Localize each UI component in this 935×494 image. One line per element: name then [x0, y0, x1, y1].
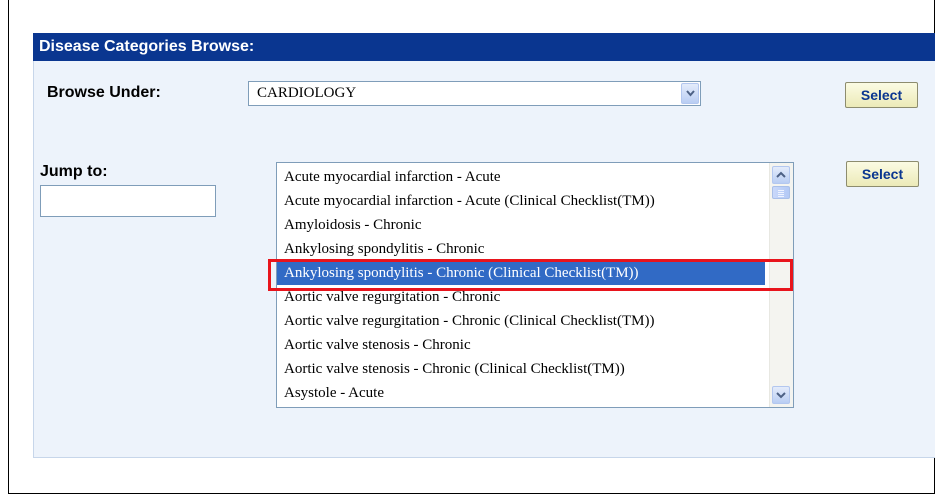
browse-under-selected-value: CARDIOLOGY	[257, 85, 357, 101]
list-item[interactable]: Aortic valve stenosis - Chronic	[277, 333, 765, 357]
browse-under-label: Browse Under:	[47, 84, 161, 101]
chevron-down-icon	[776, 392, 786, 399]
list-item[interactable]: Ankylosing spondylitis - Chronic	[277, 237, 765, 261]
jump-to-input[interactable]	[40, 185, 216, 217]
browse-under-select[interactable]: CARDIOLOGY	[248, 81, 701, 106]
jump-select-button[interactable]: Select	[846, 161, 919, 187]
disease-listbox[interactable]: Acute myocardial infarction - Acute Acute…	[276, 162, 794, 408]
disease-list: Acute myocardial infarction - Acute Acute…	[277, 165, 765, 405]
list-item[interactable]: Acute myocardial infarction - Acute	[277, 165, 765, 189]
browse-select-button[interactable]: Select	[845, 82, 918, 108]
scroll-up-button[interactable]	[772, 166, 790, 184]
panel-title: Disease Categories Browse:	[33, 33, 935, 61]
list-item[interactable]: Aortic valve stenosis - Chronic (Clinica…	[277, 357, 765, 381]
jump-to-label: Jump to:	[40, 163, 108, 180]
page: Disease Categories Browse: Browse Under:…	[0, 0, 935, 494]
scroll-thumb[interactable]	[772, 186, 790, 199]
list-item[interactable]: Aortic valve regurgitation - Chronic (Cl…	[277, 309, 765, 333]
dropdown-button[interactable]	[681, 83, 699, 104]
list-item[interactable]: Ankylosing spondylitis - Chronic (Clinic…	[277, 261, 765, 285]
list-item[interactable]: Aortic valve regurgitation - Chronic	[277, 285, 765, 309]
scroll-down-button[interactable]	[772, 386, 790, 404]
listbox-scrollbar[interactable]	[769, 163, 793, 407]
list-item[interactable]: Acute myocardial infarction - Acute (Cli…	[277, 189, 765, 213]
chevron-up-icon	[776, 171, 786, 178]
chevron-down-icon	[686, 90, 695, 97]
list-item[interactable]: Amyloidosis - Chronic	[277, 213, 765, 237]
list-item[interactable]: Asystole - Acute	[277, 381, 765, 405]
